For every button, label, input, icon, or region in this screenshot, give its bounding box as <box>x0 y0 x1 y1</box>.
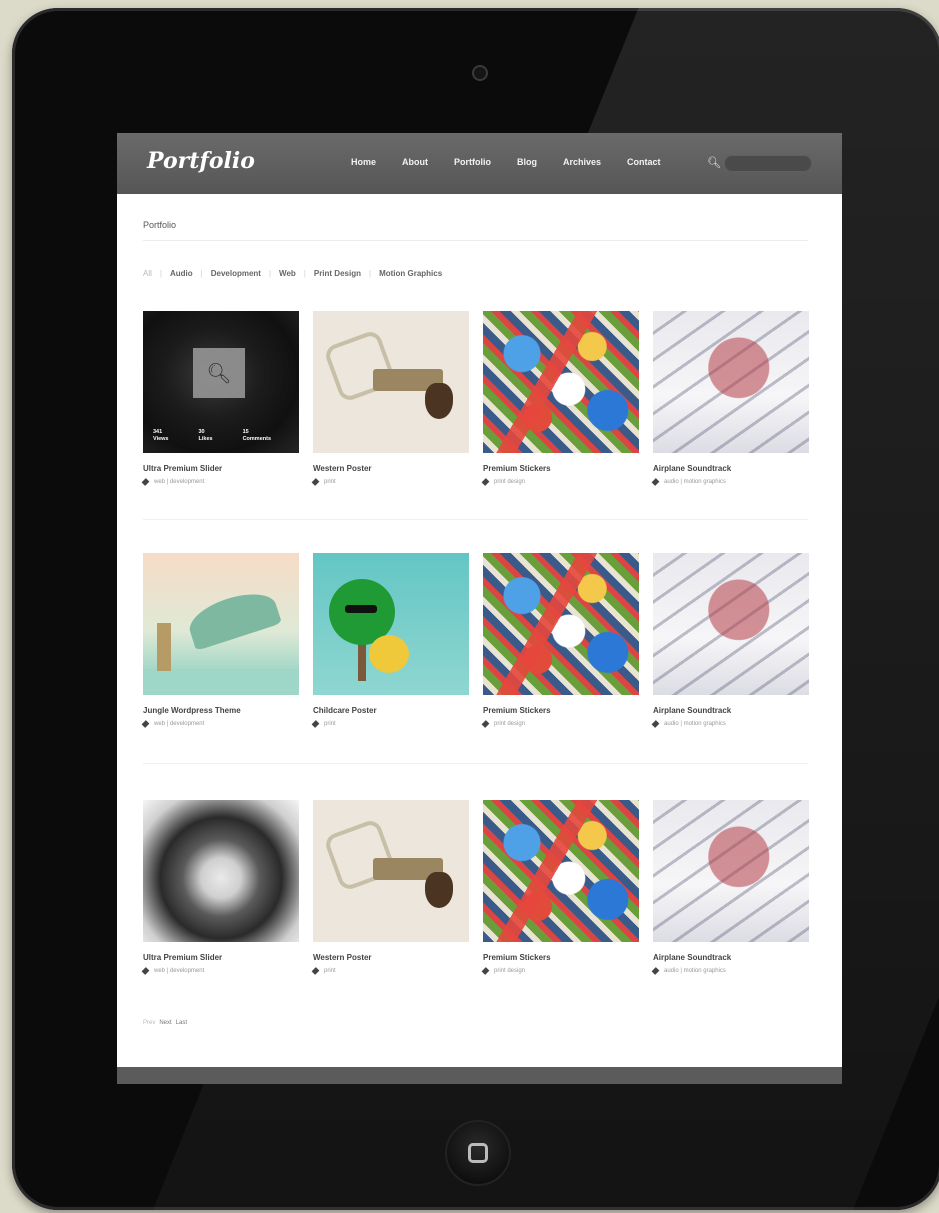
filter-development[interactable]: Development <box>211 269 261 278</box>
item-title[interactable]: Premium Stickers <box>483 464 639 473</box>
site-logo[interactable]: Portfolio <box>147 148 255 174</box>
filter-web[interactable]: Web <box>279 269 296 278</box>
portfolio-item[interactable]: 🔍︎ 341 Views 30 Likes 15 Comments Ultra Pre… <box>141 311 299 486</box>
portfolio-item[interactable]: Western Poster print <box>311 800 469 975</box>
item-category: print design <box>481 967 639 975</box>
nav-item-portfolio[interactable]: Portfolio <box>454 157 491 167</box>
portfolio-item[interactable]: Premium Stickers print design <box>481 553 639 728</box>
item-title[interactable]: Childcare Poster <box>313 706 469 715</box>
pagination-next[interactable]: Next <box>159 1020 171 1026</box>
pagination-last[interactable]: Last <box>176 1020 187 1026</box>
item-title[interactable]: Premium Stickers <box>483 953 639 962</box>
tag-icon <box>651 478 660 486</box>
item-category: print <box>311 967 469 975</box>
item-title[interactable]: Airplane Soundtrack <box>653 953 809 962</box>
tag-icon <box>141 967 150 975</box>
search-icon[interactable]: 🔍︎ <box>707 156 721 169</box>
filter-audio[interactable]: Audio <box>170 269 193 278</box>
item-thumbnail[interactable] <box>313 553 469 695</box>
tag-icon <box>481 478 490 486</box>
nav-item-contact[interactable]: Contact <box>627 157 661 167</box>
divider <box>143 519 808 520</box>
portfolio-item[interactable]: Airplane Soundtrack audio | motion graph… <box>651 800 809 975</box>
item-thumbnail[interactable]: 🔍︎ 341 Views 30 Likes 15 Comments <box>143 311 299 453</box>
item-thumbnail[interactable] <box>483 311 639 453</box>
item-thumbnail[interactable] <box>313 311 469 453</box>
portfolio-item[interactable]: Airplane Soundtrack audio | motion graph… <box>651 311 809 486</box>
tag-icon <box>651 720 660 728</box>
divider <box>143 763 808 764</box>
nav-item-archives[interactable]: Archives <box>563 157 601 167</box>
portfolio-item[interactable]: Premium Stickers print design <box>481 311 639 486</box>
screen: Portfolio Home About Portfolio Blog Arch… <box>117 133 842 1084</box>
item-title[interactable]: Jungle Wordpress Theme <box>143 706 299 715</box>
item-thumbnail[interactable] <box>313 800 469 942</box>
tag-icon <box>651 967 660 975</box>
item-title[interactable]: Ultra Premium Slider <box>143 953 299 962</box>
filter-motion-graphics[interactable]: Motion Graphics <box>379 269 442 278</box>
item-category: web | development <box>141 967 299 975</box>
item-thumbnail[interactable] <box>653 800 809 942</box>
item-thumbnail[interactable] <box>653 553 809 695</box>
item-title[interactable]: Airplane Soundtrack <box>653 464 809 473</box>
portfolio-item[interactable]: Ultra Premium Slider web | development <box>141 800 299 975</box>
item-stats: 341 Views 30 Likes 15 Comments <box>153 429 271 442</box>
page-title: Portfolio <box>143 220 177 230</box>
filter-all[interactable]: All <box>143 269 152 278</box>
item-category: audio | motion graphics <box>651 967 809 975</box>
tag-icon <box>141 720 150 728</box>
pagination-prev[interactable]: Prev <box>143 1020 155 1026</box>
portfolio-item[interactable]: Western Poster print <box>311 311 469 486</box>
item-category: print design <box>481 478 639 486</box>
nav-item-about[interactable]: About <box>402 157 428 167</box>
item-title[interactable]: Airplane Soundtrack <box>653 706 809 715</box>
home-button[interactable] <box>445 1120 511 1186</box>
tag-icon <box>311 720 320 728</box>
item-title[interactable]: Ultra Premium Slider <box>143 464 299 473</box>
item-title[interactable]: Western Poster <box>313 464 469 473</box>
site-header: Portfolio Home About Portfolio Blog Arch… <box>117 133 842 194</box>
item-thumbnail[interactable] <box>483 800 639 942</box>
item-category: web | development <box>141 720 299 728</box>
portfolio-item[interactable]: Airplane Soundtrack audio | motion graph… <box>651 553 809 728</box>
item-category: print design <box>481 720 639 728</box>
item-thumbnail[interactable] <box>143 800 299 942</box>
camera-icon <box>472 65 488 81</box>
item-category: web | development <box>141 478 299 486</box>
item-thumbnail[interactable] <box>483 553 639 695</box>
tag-icon <box>141 478 150 486</box>
tag-icon <box>311 478 320 486</box>
item-thumbnail[interactable] <box>653 311 809 453</box>
main-nav: Home About Portfolio Blog Archives Conta… <box>351 157 687 167</box>
search-input[interactable] <box>724 155 812 172</box>
portfolio-item[interactable]: Premium Stickers print design <box>481 800 639 975</box>
nav-item-blog[interactable]: Blog <box>517 157 537 167</box>
filter-bar: All | Audio | Development | Web | Print … <box>143 269 443 278</box>
portfolio-item[interactable]: Jungle Wordpress Theme web | development <box>141 553 299 728</box>
item-thumbnail[interactable] <box>143 553 299 695</box>
item-category: print <box>311 478 469 486</box>
item-title[interactable]: Premium Stickers <box>483 706 639 715</box>
item-title[interactable]: Western Poster <box>313 953 469 962</box>
divider <box>143 240 808 241</box>
pagination: Prev Next Last <box>143 1020 187 1026</box>
portfolio-item[interactable]: Childcare Poster print <box>311 553 469 728</box>
zoom-icon[interactable]: 🔍︎ <box>193 348 245 398</box>
item-category: audio | motion graphics <box>651 720 809 728</box>
site-footer <box>117 1067 842 1084</box>
tag-icon <box>481 967 490 975</box>
home-square-icon <box>468 1143 488 1163</box>
tag-icon <box>481 720 490 728</box>
item-category: audio | motion graphics <box>651 478 809 486</box>
filter-print-design[interactable]: Print Design <box>314 269 361 278</box>
tag-icon <box>311 967 320 975</box>
item-category: print <box>311 720 469 728</box>
nav-item-home[interactable]: Home <box>351 157 376 167</box>
